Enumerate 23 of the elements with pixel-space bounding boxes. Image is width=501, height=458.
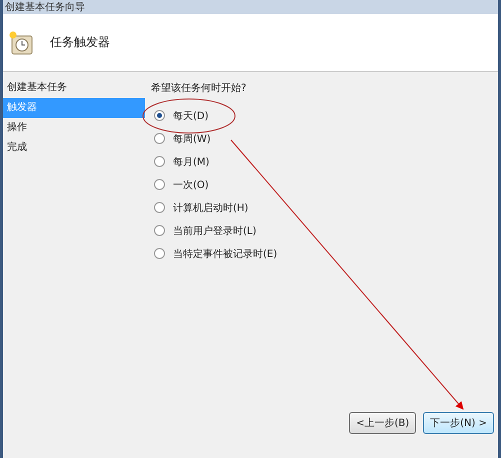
window-title: 创建基本任务向导: [5, 2, 85, 14]
question-text: 希望该任务何时开始?: [151, 82, 248, 95]
radio-button[interactable]: [154, 248, 165, 259]
header-title: 任务触发器: [50, 34, 110, 51]
radio-label[interactable]: 计算机启动时(H): [173, 200, 248, 214]
radio-label[interactable]: 每周(W): [173, 132, 211, 146]
sidebar-item[interactable]: 操作: [3, 118, 145, 138]
radio-button[interactable]: [154, 156, 165, 167]
radio-button[interactable]: [154, 133, 165, 144]
back-button[interactable]: <上一步(B): [349, 412, 416, 434]
radio-label[interactable]: 每月(M): [173, 154, 210, 168]
radio-button[interactable]: [154, 179, 165, 190]
radio-label[interactable]: 每天(D): [173, 108, 209, 122]
radio-label[interactable]: 当前用户登录时(L): [173, 224, 256, 238]
next-button[interactable]: 下一步(N) >: [423, 412, 494, 434]
radio-label[interactable]: 一次(O): [173, 178, 209, 192]
sidebar-item[interactable]: 创建基本任务: [3, 78, 145, 98]
radio-label[interactable]: 当特定事件被记录时(E): [173, 246, 278, 260]
radio-button[interactable]: [154, 110, 165, 121]
radio-button[interactable]: [154, 225, 165, 236]
sidebar-item[interactable]: 完成: [3, 138, 145, 158]
clock-icon: [8, 30, 34, 56]
radio-button[interactable]: [154, 202, 165, 213]
